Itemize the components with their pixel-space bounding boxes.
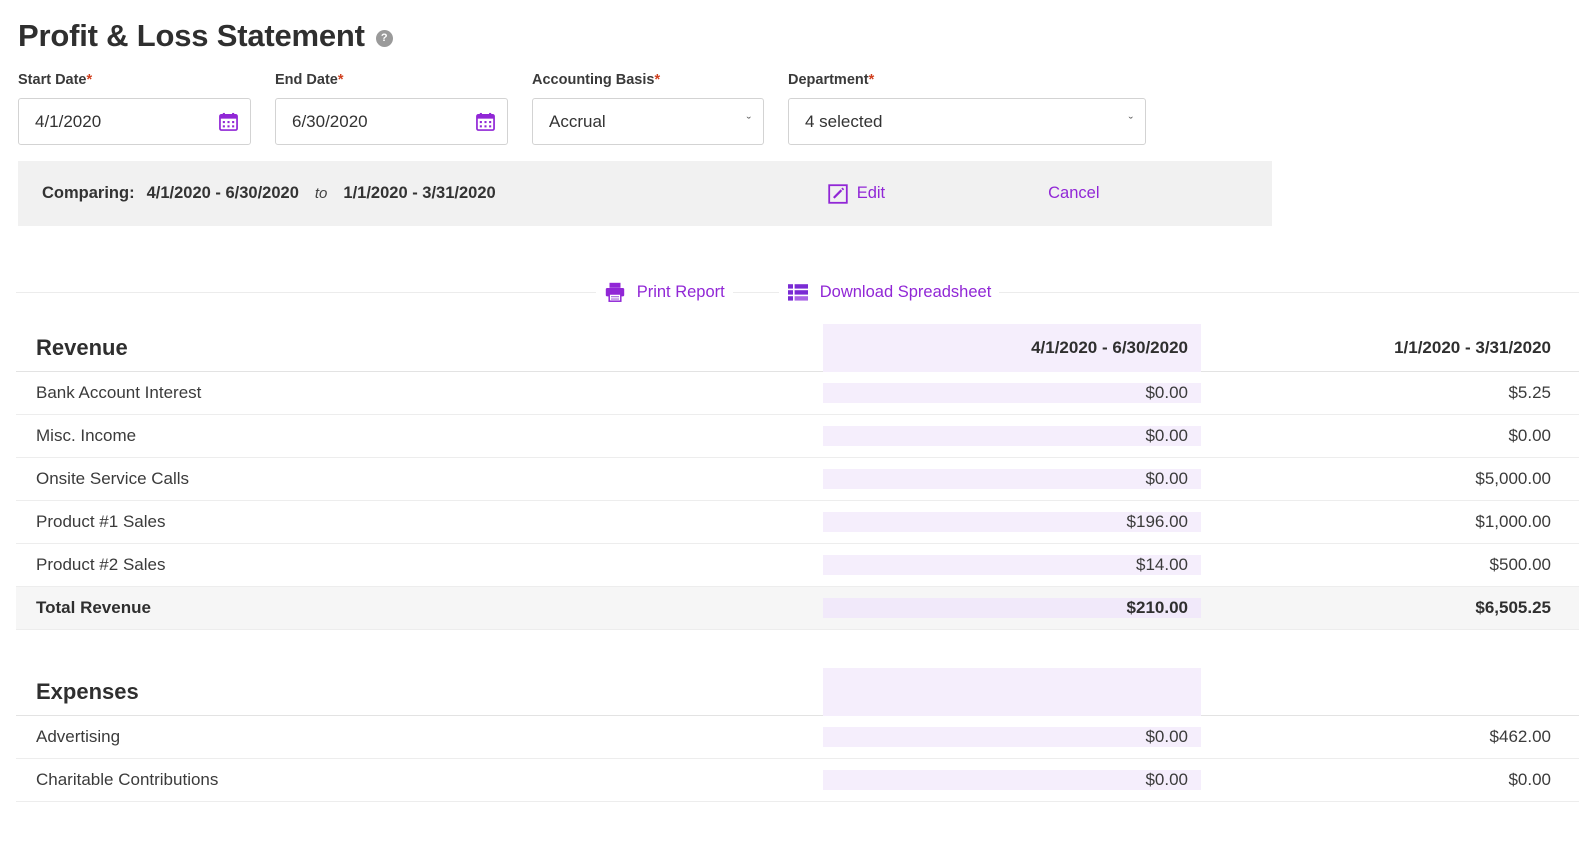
row-label: Onsite Service Calls	[36, 469, 190, 488]
row-label: Charitable Contributions	[36, 770, 219, 789]
row-value-period-2: $0.00	[1508, 770, 1551, 789]
chevron-down-icon[interactable]: ˇ	[747, 115, 751, 128]
row-value-period-2: $5,000.00	[1475, 469, 1551, 488]
row-value-period-1: $196.00	[823, 512, 1201, 532]
total-value-period-2: $6,505.25	[1475, 598, 1551, 617]
table-row[interactable]: Product #2 Sales $14.00 $500.00	[16, 544, 1579, 587]
cancel-comparison-button[interactable]: Cancel	[1048, 184, 1099, 203]
start-date-input[interactable]: 4/1/2020	[18, 98, 251, 145]
comparing-label: Comparing:	[42, 184, 135, 202]
profit-loss-table: Revenue 4/1/2020 - 6/30/2020 1/1/2020 - …	[16, 323, 1579, 802]
print-report-button[interactable]: Print Report	[595, 281, 733, 303]
section-header-expenses: Expenses	[16, 667, 1579, 716]
row-value-period-1: $14.00	[823, 555, 1201, 575]
total-value-period-1: $210.00	[823, 598, 1201, 618]
table-row[interactable]: Bank Account Interest $0.00 $5.25	[16, 372, 1579, 415]
printer-icon	[605, 282, 624, 302]
row-value-period-1: $0.00	[823, 727, 1201, 747]
row-label: Advertising	[36, 727, 121, 746]
accounting-basis-value: Accrual	[549, 111, 606, 131]
help-circle-icon[interactable]: ?	[375, 29, 393, 47]
print-report-label: Print Report	[636, 282, 725, 301]
row-value-period-1: $0.00	[823, 469, 1201, 489]
filter-bar: Start Date* 4/1/2020 End Date* 6/30/2020…	[0, 72, 1595, 145]
calendar-icon[interactable]	[476, 112, 495, 131]
column-header-period-2: 1/1/2020 - 3/31/2020	[1394, 337, 1551, 357]
chevron-down-icon[interactable]: ˇ	[1129, 115, 1133, 128]
row-value-period-2: $5.25	[1508, 383, 1551, 402]
row-value-period-1: $0.00	[823, 770, 1201, 790]
comparing-secondary-range: 1/1/2020 - 3/31/2020	[343, 184, 496, 202]
end-date-input[interactable]: 6/30/2020	[275, 98, 508, 145]
row-value-period-2: $0.00	[1508, 426, 1551, 445]
edit-pencil-square-icon	[828, 183, 848, 204]
table-row[interactable]: Product #1 Sales $196.00 $1,000.00	[16, 501, 1579, 544]
row-label: Product #1 Sales	[36, 512, 166, 531]
table-row[interactable]: Misc. Income $0.00 $0.00	[16, 415, 1579, 458]
column-header-period-1: 4/1/2020 - 6/30/2020	[823, 323, 1201, 372]
column-spacer-period-1	[823, 667, 1201, 716]
total-label: Total Revenue	[36, 598, 151, 617]
download-spreadsheet-button[interactable]: Download Spreadsheet	[778, 281, 1000, 303]
row-value-period-1: $0.00	[823, 426, 1201, 446]
report-actions: Print Report Download Spreadsheet	[0, 270, 1595, 314]
table-row[interactable]: Advertising $0.00 $462.00	[16, 716, 1579, 759]
end-date-field: End Date* 6/30/2020	[275, 72, 508, 145]
column-spacer-period-2	[1201, 668, 1579, 716]
comparing-connector: to	[314, 185, 328, 202]
department-select[interactable]: 4 selected ˇ	[788, 98, 1146, 145]
page-header: Profit & Loss Statement ?	[0, 0, 1595, 56]
start-date-value: 4/1/2020	[35, 111, 102, 131]
profit-loss-page: Profit & Loss Statement ? Start Date* 4/…	[0, 0, 1595, 846]
row-value-period-1: $0.00	[823, 383, 1201, 403]
accounting-basis-label: Accounting Basis*	[532, 72, 661, 88]
row-value-period-2: $1,000.00	[1475, 512, 1551, 531]
section-title: Revenue	[36, 334, 128, 360]
start-date-field: Start Date* 4/1/2020	[18, 72, 251, 145]
comparing-bar: Comparing: 4/1/2020 - 6/30/2020 to 1/1/2…	[18, 161, 1272, 226]
table-row[interactable]: Onsite Service Calls $0.00 $5,000.00	[16, 458, 1579, 501]
total-row-revenue: Total Revenue $210.00 $6,505.25	[16, 587, 1579, 630]
accounting-basis-select[interactable]: Accrual ˇ	[532, 98, 764, 145]
section-header-revenue: Revenue 4/1/2020 - 6/30/2020 1/1/2020 - …	[16, 323, 1579, 372]
row-label: Misc. Income	[36, 426, 137, 445]
section-title: Expenses	[36, 678, 139, 704]
department-label: Department*	[788, 72, 875, 88]
department-value: 4 selected	[805, 111, 883, 131]
comparing-actions: Edit Cancel	[828, 183, 1100, 204]
end-date-label: End Date*	[275, 72, 344, 88]
edit-comparison-button[interactable]: Edit	[828, 183, 886, 204]
start-date-label: Start Date*	[18, 72, 93, 88]
download-spreadsheet-label: Download Spreadsheet	[819, 282, 992, 301]
page-title: Profit & Loss Statement	[18, 17, 365, 53]
row-label: Product #2 Sales	[36, 555, 166, 574]
row-label: Bank Account Interest	[36, 383, 202, 402]
calendar-icon[interactable]	[219, 112, 238, 131]
table-row[interactable]: Charitable Contributions $0.00 $0.00	[16, 759, 1579, 802]
end-date-value: 6/30/2020	[292, 111, 368, 131]
row-value-period-2: $500.00	[1489, 555, 1551, 574]
accounting-basis-field: Accounting Basis* Accrual ˇ	[532, 72, 764, 145]
department-field: Department* 4 selected ˇ	[788, 72, 1146, 145]
comparing-primary-range: 4/1/2020 - 6/30/2020	[146, 184, 299, 202]
row-value-period-2: $462.00	[1489, 727, 1551, 746]
edit-label: Edit	[856, 184, 886, 202]
spreadsheet-grid-icon	[787, 284, 808, 301]
